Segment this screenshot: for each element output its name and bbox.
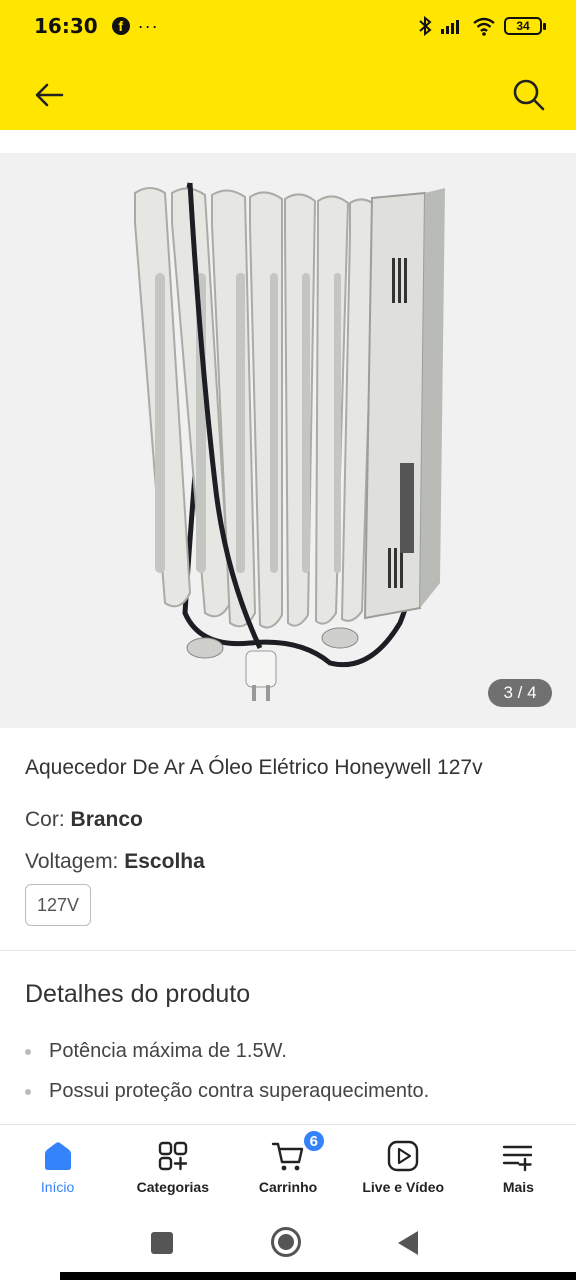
details-item: Possui proteção contra superaquecimento. [25,1080,429,1103]
categories-icon [158,1141,187,1171]
voltage-label: Voltagem: [25,850,119,873]
voltage-attribute: Voltagem: Escolha [25,850,205,874]
battery-icon: 34 [504,17,546,35]
search-icon[interactable] [510,76,548,114]
battery-level: 34 [516,19,530,33]
home-icon [44,1142,71,1170]
notification-dots: ··· [137,15,159,36]
play-video-icon [388,1140,419,1172]
arrow-left-icon[interactable] [32,78,66,112]
bottom-navigation: Início Categorias 6 Carrinho Live e Víde… [0,1124,576,1210]
recent-apps-icon[interactable] [151,1232,173,1254]
nav-item-mais[interactable]: Mais [461,1125,576,1210]
details-item-text: Possui proteção contra superaquecimento. [49,1080,430,1102]
nav-label: Live e Vídeo [362,1179,445,1195]
color-value: Branco [70,808,143,831]
image-counter-badge: 3 / 4 [488,679,552,707]
top-bar: 16:30 f ··· 34 [0,0,576,130]
gesture-bar [60,1272,576,1280]
product-image-oil-heater [134,182,445,701]
bullet-dot-icon [25,1048,31,1055]
menu-plus-icon [503,1145,533,1172]
nav-item-categorias[interactable]: Categorias [115,1125,230,1210]
system-navigation-bar [0,1210,576,1280]
status-icons: 34 [418,16,546,36]
nav-item-carrinho[interactable]: 6 Carrinho [230,1125,345,1210]
nav-label: Carrinho [258,1179,318,1195]
facebook-icon: f [111,17,130,35]
wifi-icon [473,17,495,36]
cart-count-badge: 6 [301,1129,326,1153]
nav-item-live-video[interactable]: Live e Vídeo [346,1125,461,1210]
color-label: Cor: [25,808,65,831]
product-image-gallery[interactable]: 3 / 4 [0,153,576,728]
cart-icon [271,1142,304,1171]
back-triangle-icon[interactable] [398,1231,418,1255]
details-item: Potência máxima de 1.5W. [25,1040,287,1063]
nav-item-inicio[interactable]: Início [0,1125,115,1210]
product-title: Aquecedor De Ar A Óleo Elétrico Honeywel… [25,756,483,779]
nav-label: Mais [502,1179,534,1195]
bluetooth-icon [419,16,432,36]
status-bar: 16:30 f ··· 34 [0,0,576,52]
status-time: 16:30 [34,14,98,38]
home-circle-icon[interactable] [271,1227,301,1257]
signal-icon [441,20,459,34]
voltage-option-127v[interactable]: 127V [25,884,91,926]
nav-label: Categorias [136,1179,209,1195]
bullet-dot-icon [25,1088,31,1095]
color-attribute: Cor: Branco [25,808,143,832]
section-divider [0,950,576,951]
details-item-text: Potência máxima de 1.5W. [49,1040,287,1062]
voltage-value: Escolha [124,850,205,873]
details-heading: Detalhes do produto [25,980,251,1008]
nav-label: Início [40,1179,75,1195]
